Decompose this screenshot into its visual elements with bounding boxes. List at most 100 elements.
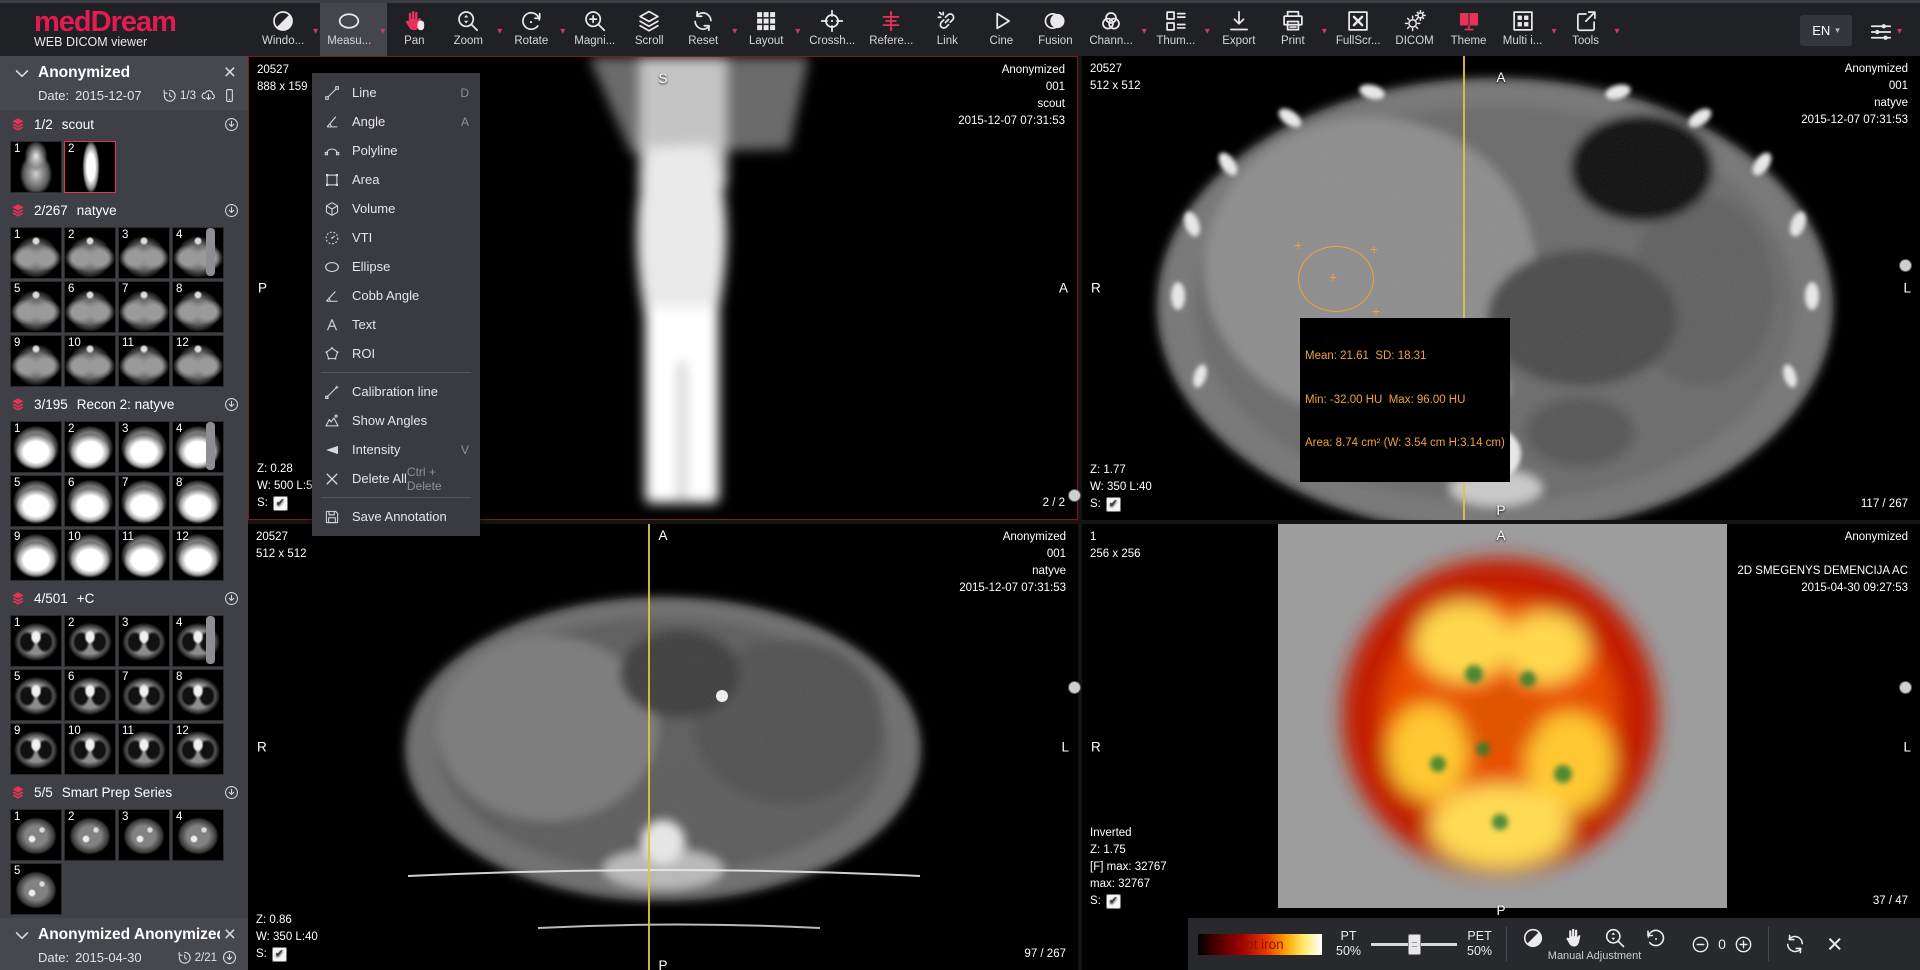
thumbnail[interactable]: 2 bbox=[64, 227, 116, 279]
fusion-slider[interactable] bbox=[1371, 933, 1457, 955]
menu-item-delete-all[interactable]: Delete AllCtrl + Delete bbox=[312, 464, 480, 493]
thumbnail[interactable]: 4 bbox=[172, 227, 224, 279]
menu-item-volume[interactable]: Volume bbox=[312, 194, 480, 223]
toolbar-button-cine[interactable]: Cine bbox=[974, 3, 1028, 56]
thumbnail[interactable]: 11 bbox=[118, 335, 170, 387]
thumbnail[interactable]: 2 bbox=[64, 615, 116, 667]
thumbnail[interactable]: 9 bbox=[10, 529, 62, 581]
thumbnail[interactable]: 3 bbox=[118, 615, 170, 667]
menu-item-roi[interactable]: ROI bbox=[312, 339, 480, 368]
device-icon[interactable] bbox=[221, 87, 238, 104]
pan-hand-icon[interactable] bbox=[1562, 926, 1586, 950]
scroll-indicator[interactable] bbox=[1068, 489, 1081, 502]
thumbnail[interactable]: 6 bbox=[64, 669, 116, 721]
settings-button[interactable]: ▾ bbox=[1868, 18, 1908, 46]
viewport-2-axial-ct[interactable]: + + + + Mean: 21.61 SD: 18.31 Min: -32.0… bbox=[1082, 56, 1920, 520]
series-row-natyve[interactable]: 2/267natyve bbox=[0, 196, 248, 224]
scroll-indicator[interactable] bbox=[1899, 259, 1912, 272]
plus-circle-icon[interactable] bbox=[1733, 934, 1754, 955]
menu-item-line[interactable]: LineD bbox=[312, 78, 480, 107]
menu-item-ellipse[interactable]: Ellipse bbox=[312, 252, 480, 281]
thumbnail[interactable]: 3 bbox=[118, 809, 170, 861]
close-icon[interactable]: × bbox=[220, 926, 240, 944]
thumbnail[interactable]: 1 bbox=[10, 227, 62, 279]
series-row-scout[interactable]: 1/2scout bbox=[0, 110, 248, 138]
roi-center-marker[interactable]: + bbox=[1329, 272, 1337, 282]
thumbnail[interactable]: 4 bbox=[172, 615, 224, 667]
download-icon[interactable] bbox=[223, 116, 240, 133]
zoom-icon[interactable] bbox=[1603, 926, 1627, 950]
thumbnail[interactable]: 2 bbox=[64, 809, 116, 861]
thumbnail[interactable]: 11 bbox=[118, 529, 170, 581]
thumbnail[interactable]: 6 bbox=[64, 475, 116, 527]
thumbnail[interactable]: 12 bbox=[172, 723, 224, 775]
menu-item-intensity[interactable]: IntensityV bbox=[312, 435, 480, 464]
thumbnail[interactable]: 11 bbox=[118, 723, 170, 775]
thumbnail[interactable]: 7 bbox=[118, 475, 170, 527]
thumbnail[interactable]: 12 bbox=[172, 529, 224, 581]
toolbar-button-chann[interactable]: Chann...▾ bbox=[1082, 3, 1148, 56]
menu-item-text[interactable]: Text bbox=[312, 310, 480, 339]
toolbar-button-measu[interactable]: Measu...▾ bbox=[320, 3, 387, 56]
roi-handle-marker[interactable]: + bbox=[1372, 306, 1380, 316]
thumbnail[interactable]: 3 bbox=[118, 421, 170, 473]
toolbar-button-thum[interactable]: Thum...▾ bbox=[1149, 3, 1212, 56]
toolbar-button-scroll[interactable]: Scroll bbox=[622, 3, 676, 56]
thumbnail-scrollbar[interactable] bbox=[206, 422, 215, 470]
menu-item-area[interactable]: Area bbox=[312, 165, 480, 194]
history-icon[interactable] bbox=[161, 87, 178, 104]
download-icon[interactable] bbox=[223, 202, 240, 219]
thumbnail[interactable]: 6 bbox=[64, 281, 116, 333]
thumbnail[interactable]: 7 bbox=[118, 669, 170, 721]
thumbnail[interactable]: 2 bbox=[64, 141, 116, 193]
close-icon[interactable]: × bbox=[1827, 932, 1843, 956]
toolbar-button-dicom[interactable]: DICOM bbox=[1388, 3, 1442, 56]
download-icon[interactable] bbox=[223, 590, 240, 607]
download-icon[interactable] bbox=[223, 396, 240, 413]
thumbnail[interactable]: 5 bbox=[10, 281, 62, 333]
roi-handle-marker[interactable]: + bbox=[1370, 244, 1378, 254]
series-row-recon-2-natyve[interactable]: 3/195Recon 2: natyve bbox=[0, 390, 248, 418]
thumbnail[interactable]: 9 bbox=[10, 723, 62, 775]
toolbar-button-fullscr[interactable]: FullScr... bbox=[1329, 3, 1388, 56]
viewport-3-axial-ct[interactable]: 20527512 x 512Anonymized001natyve2015-12… bbox=[248, 524, 1078, 970]
thumbnail[interactable]: 8 bbox=[172, 475, 224, 527]
toolbar-button-refere[interactable]: Refere... bbox=[862, 3, 920, 56]
toolbar-button-print[interactable]: Print▾ bbox=[1266, 3, 1329, 56]
thumbnail[interactable]: 8 bbox=[172, 281, 224, 333]
toolbar-button-layout[interactable]: Layout▾ bbox=[739, 3, 802, 56]
series-row-smart-prep-series[interactable]: 5/5Smart Prep Series bbox=[0, 778, 248, 806]
thumbnail[interactable]: 10 bbox=[64, 723, 116, 775]
window-level-icon[interactable] bbox=[1521, 926, 1545, 950]
colormap-selector[interactable]: Hot iron bbox=[1198, 934, 1322, 955]
thumbnail[interactable]: 1 bbox=[10, 615, 62, 667]
thumbnail[interactable]: 1 bbox=[10, 809, 62, 861]
toolbar-button-export[interactable]: Export bbox=[1212, 3, 1266, 56]
thumbnail[interactable]: 5 bbox=[10, 669, 62, 721]
menu-item-calibration-line[interactable]: Calibration line bbox=[312, 377, 480, 406]
history-icon[interactable] bbox=[176, 949, 193, 966]
series-row-c[interactable]: 4/501+C bbox=[0, 584, 248, 612]
toolbar-button-link[interactable]: Link bbox=[920, 3, 974, 56]
menu-item-polyline[interactable]: Polyline bbox=[312, 136, 480, 165]
thumbnail[interactable]: 4 bbox=[172, 809, 224, 861]
scout-lines-checkbox[interactable]: ✔ bbox=[1106, 497, 1121, 512]
minus-circle-icon[interactable] bbox=[1690, 934, 1711, 955]
scout-lines-checkbox[interactable]: ✔ bbox=[1106, 894, 1121, 909]
scroll-indicator[interactable] bbox=[1899, 681, 1912, 694]
thumbnail[interactable]: 1 bbox=[10, 141, 62, 193]
crosshair-vertical-line[interactable] bbox=[648, 524, 650, 970]
toolbar-button-windo[interactable]: Windo...▾ bbox=[255, 3, 320, 56]
thumbnail[interactable]: 7 bbox=[118, 281, 170, 333]
chevron-down-icon[interactable] bbox=[12, 63, 32, 83]
toolbar-button-theme[interactable]: Theme bbox=[1442, 3, 1496, 56]
toolbar-button-reset[interactable]: Reset▾ bbox=[676, 3, 739, 56]
thumbnail[interactable]: 12 bbox=[172, 335, 224, 387]
download-icon[interactable] bbox=[223, 784, 240, 801]
toolbar-button-tools[interactable]: Tools▾ bbox=[1559, 3, 1622, 56]
close-icon[interactable]: × bbox=[220, 64, 240, 82]
fusion-slider-handle[interactable] bbox=[1408, 934, 1421, 955]
toolbar-button-rotate[interactable]: Rotate▾ bbox=[504, 3, 567, 56]
thumbnail[interactable]: 1 bbox=[10, 421, 62, 473]
toolbar-button-zoom[interactable]: Zoom▾ bbox=[441, 3, 504, 56]
